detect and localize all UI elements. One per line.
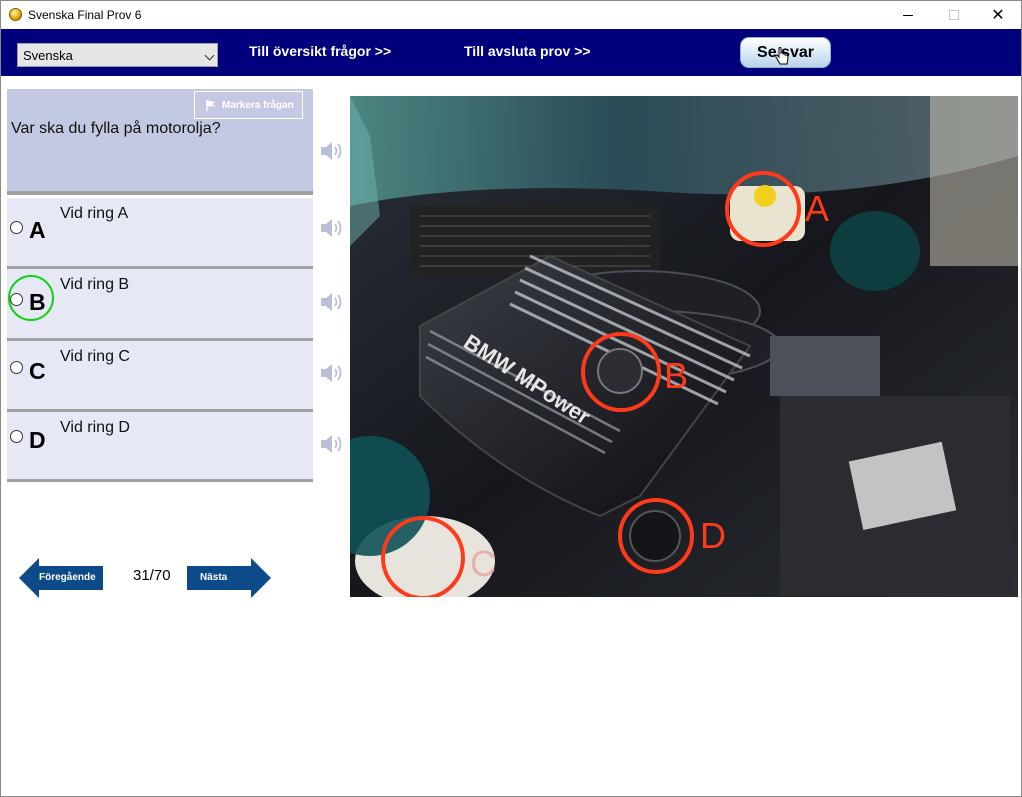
- next-label: Nästa: [200, 572, 228, 583]
- language-value: Svenska: [23, 48, 73, 63]
- flag-icon: [206, 99, 217, 111]
- minimize-button[interactable]: [885, 1, 931, 29]
- option-text: Vid ring B: [60, 276, 130, 293]
- app-coin-icon: [9, 8, 22, 21]
- finish-exam-link[interactable]: Till avsluta prov >>: [464, 43, 591, 59]
- window-title: Svenska Final Prov 6: [28, 8, 142, 22]
- speaker-icon[interactable]: [319, 432, 345, 456]
- engine-illustration: BMW MPower A B C D: [350, 96, 1018, 597]
- radio-option-b[interactable]: [10, 293, 23, 306]
- speaker-icon[interactable]: [319, 139, 345, 163]
- minimize-icon: [903, 14, 913, 16]
- title-bar: Svenska Final Prov 6 ✕: [1, 1, 1021, 29]
- radio-option-c[interactable]: [10, 361, 23, 374]
- maximize-button[interactable]: [931, 1, 977, 29]
- ring-label-c: C: [470, 543, 496, 584]
- option-b[interactable]: B Vid ring B: [7, 269, 313, 341]
- language-select[interactable]: Svenska: [17, 43, 218, 67]
- ring-label-d: D: [700, 515, 726, 556]
- previous-label: Föregående: [39, 572, 96, 583]
- engine-bay-image: BMW MPower A B C D: [350, 96, 1018, 597]
- question-panel: Markera frågan Var ska du fylla på motor…: [7, 89, 313, 195]
- speaker-icon[interactable]: [319, 361, 345, 385]
- ring-label-b: B: [664, 355, 688, 396]
- option-letter: A: [29, 217, 46, 243]
- overview-link[interactable]: Till översikt frågor >>: [249, 43, 391, 59]
- next-button[interactable]: Nästa: [187, 558, 271, 598]
- chevron-down-icon: [204, 50, 215, 61]
- option-text: Vid ring C: [60, 348, 130, 365]
- speaker-icon[interactable]: [319, 290, 345, 314]
- close-button[interactable]: ✕: [975, 1, 1021, 29]
- ring-label-a: A: [805, 188, 829, 229]
- option-text: Vid ring D: [60, 419, 130, 436]
- question-counter: 31/70: [133, 567, 171, 584]
- option-c[interactable]: C Vid ring C: [7, 341, 313, 412]
- option-letter: C: [29, 358, 46, 384]
- option-a[interactable]: A Vid ring A: [7, 198, 313, 269]
- option-letter: B: [29, 289, 46, 315]
- hand-cursor-icon: [775, 47, 789, 65]
- app-window: Svenska Final Prov 6 ✕ Svenska Till över…: [0, 0, 1022, 797]
- question-text: Var ska du fylla på motorolja?: [11, 120, 221, 137]
- option-d[interactable]: D Vid ring D: [7, 412, 313, 482]
- option-text: Vid ring A: [60, 205, 129, 222]
- maximize-icon: [949, 10, 959, 20]
- radio-option-d[interactable]: [10, 430, 23, 443]
- radio-option-a[interactable]: [10, 221, 23, 234]
- previous-button[interactable]: Föregående: [19, 558, 103, 598]
- mark-question-button[interactable]: Markera frågan: [194, 91, 303, 119]
- toolbar: Svenska Till översikt frågor >> Till avs…: [1, 29, 1021, 76]
- option-letter: D: [29, 427, 46, 453]
- speaker-icon[interactable]: [319, 216, 345, 240]
- mark-question-label: Markera frågan: [222, 99, 294, 111]
